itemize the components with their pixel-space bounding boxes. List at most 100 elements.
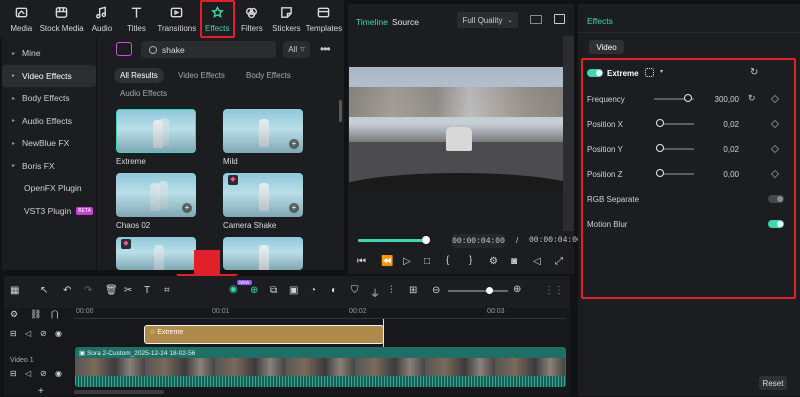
select-arrow-icon[interactable]: ↖ [40, 285, 48, 296]
effect-card-camera-shake[interactable]: ◆ + [223, 173, 303, 217]
keyframe-icon[interactable]: ⧉ [270, 285, 277, 296]
speed-icon[interactable]: ◔ [310, 285, 316, 296]
snapshot-image-icon[interactable] [554, 14, 565, 24]
effect-enable-toggle[interactable] [587, 69, 603, 77]
video-clip[interactable]: ▣ Sora 2-Custom_2025-12-24 18-02-56 [75, 347, 566, 387]
track-audio-icon[interactable]: ◁ [25, 369, 31, 378]
microphone-icon[interactable]: ⏚ [370, 285, 380, 300]
timeline-zoom-knob[interactable] [486, 287, 493, 294]
tab-filters[interactable]: Filters [235, 0, 270, 38]
position-x-value[interactable]: 0,02 [699, 120, 739, 129]
search-input[interactable]: shake [162, 45, 185, 55]
position-x-slider-knob[interactable] [656, 119, 664, 127]
add-icon[interactable]: + [182, 203, 192, 213]
filter-dropdown[interactable]: All ▽ [283, 41, 310, 58]
position-y-value[interactable]: 0,02 [699, 145, 739, 154]
tab-stock-media[interactable]: Stock Media [39, 0, 85, 38]
text-icon[interactable]: T [144, 285, 150, 296]
current-time-box[interactable]: 00:00:04:00 [452, 234, 505, 248]
tab-video[interactable]: Video [589, 40, 624, 54]
layout-grid-icon[interactable]: ▦ [10, 285, 19, 296]
magnet-icon[interactable]: ⋂ [51, 309, 58, 320]
browser-scrollbar[interactable] [339, 100, 342, 122]
stop-icon[interactable]: □ [424, 256, 430, 267]
track-audio-icon[interactable]: ◁ [25, 329, 31, 338]
mark-out-icon[interactable]: } [469, 255, 472, 266]
caption-icon[interactable]: ⊖ [432, 285, 440, 296]
reset-effect-icon[interactable]: ↻ [750, 67, 758, 78]
track-visibility-icon[interactable]: ◉ [55, 369, 62, 378]
ai-tool-icon[interactable]: ◉ [229, 284, 238, 295]
redo-icon[interactable]: ↷ [84, 285, 92, 296]
add-track-icon[interactable]: + [38, 386, 44, 397]
quality-dropdown[interactable]: Full Quality ⌄ [457, 12, 518, 28]
track-lock-icon[interactable]: ⊟ [10, 329, 17, 338]
tab-source[interactable]: Source [392, 17, 419, 27]
reset-button[interactable]: Reset [759, 376, 787, 390]
timeline-scrollbar[interactable] [74, 390, 164, 394]
tab-templates[interactable]: Templates [304, 0, 344, 38]
rgb-separate-toggle[interactable] [768, 195, 784, 203]
position-z-value[interactable]: 0,00 [699, 170, 739, 179]
tab-audio[interactable]: Audio [85, 0, 120, 38]
track-lock-icon[interactable]: ⊟ [10, 369, 17, 378]
add-icon[interactable]: + [289, 139, 299, 149]
track-mute-icon[interactable]: ⊘ [40, 369, 47, 378]
sidebar-item-newblue-fx[interactable]: ▸ NewBlue FX [2, 132, 96, 155]
sidebar-item-vst3-plugin[interactable]: VST3 Plugin BETA [2, 200, 96, 223]
motion-track-icon[interactable]: ⊕ [250, 285, 258, 296]
tab-effects[interactable]: Effects [199, 0, 235, 38]
crop-icon[interactable]: ⌗ [164, 285, 170, 296]
tab-stickers[interactable]: Stickers [269, 0, 304, 38]
motion-blur-toggle[interactable] [768, 220, 784, 228]
track-settings-icon[interactable]: ⚙ [10, 309, 18, 320]
sidebar-item-boris-fx[interactable]: ▸ Boris FX [2, 155, 96, 178]
effect-preset-icon[interactable] [645, 68, 654, 77]
reset-param-icon[interactable]: ↻ [748, 93, 756, 104]
sidebar-item-body-effects[interactable]: ▸ Body Effects [2, 87, 96, 110]
search-box[interactable]: shake [141, 41, 276, 58]
add-icon[interactable]: + [289, 203, 299, 213]
sidebar-item-audio-effects[interactable]: ▸ Audio Effects [2, 110, 96, 133]
audio-mixer-icon[interactable]: ⫶ [390, 285, 393, 296]
effect-card-extreme[interactable] [116, 109, 196, 153]
progress-track[interactable] [358, 239, 428, 242]
delete-icon[interactable]: 🗑 [105, 285, 118, 296]
timeline-zoom-slider[interactable] [448, 290, 508, 292]
play-icon[interactable]: ▷ [403, 256, 411, 267]
effect-card-chaos-02[interactable]: + [116, 173, 196, 217]
chip-all-results[interactable]: All Results [114, 68, 164, 83]
mark-in-icon[interactable]: { [446, 255, 449, 266]
fullscreen-icon[interactable]: ⤢ [555, 256, 563, 267]
volume-icon[interactable]: ◁ [533, 256, 541, 267]
timeline-options-icon[interactable]: ⋮⋮ [544, 285, 564, 296]
preset-dropdown-arrow-icon[interactable]: ▾ [660, 68, 663, 75]
more-options-icon[interactable]: ••• [320, 42, 331, 56]
step-back-icon[interactable]: ⏪ [381, 256, 393, 267]
chip-body-effects[interactable]: Body Effects [240, 68, 297, 83]
tab-transitions[interactable]: Transitions [154, 0, 200, 38]
link-icon[interactable]: ⛓ [30, 309, 41, 320]
grid-view-icon[interactable] [530, 15, 542, 24]
zoom-in-icon[interactable]: ⊕ [513, 284, 521, 295]
chip-audio-effects[interactable]: Audio Effects [114, 86, 173, 101]
position-z-slider-knob[interactable] [656, 169, 664, 177]
shield-icon[interactable]: ⛉ [351, 285, 359, 296]
color-icon[interactable]: ◐ [331, 285, 337, 296]
sidebar-item-openfx-plugin[interactable]: OpenFX Plugin [2, 177, 96, 200]
tab-titles[interactable]: Titles [119, 0, 154, 38]
track-visibility-icon[interactable]: ◉ [55, 329, 62, 338]
sidebar-item-video-effects[interactable]: ▸ Video Effects [2, 64, 96, 87]
render-icon[interactable]: ⊞ [409, 285, 417, 296]
image-icon[interactable]: ▣ [289, 285, 298, 296]
effect-card-mild[interactable]: + [223, 109, 303, 153]
favorites-icon[interactable] [116, 42, 132, 56]
progress-knob[interactable] [421, 236, 430, 244]
position-y-slider-knob[interactable] [656, 144, 664, 152]
track-mute-icon[interactable]: ⊘ [40, 329, 47, 338]
sidebar-item-mine[interactable]: ▸ Mine [2, 42, 96, 65]
frequency-value[interactable]: 300,00 [699, 95, 739, 104]
effect-clip[interactable]: ☆ Extreme [144, 325, 384, 344]
video-preview[interactable] [349, 67, 568, 192]
camera-snapshot-icon[interactable]: ◙ [511, 256, 517, 267]
